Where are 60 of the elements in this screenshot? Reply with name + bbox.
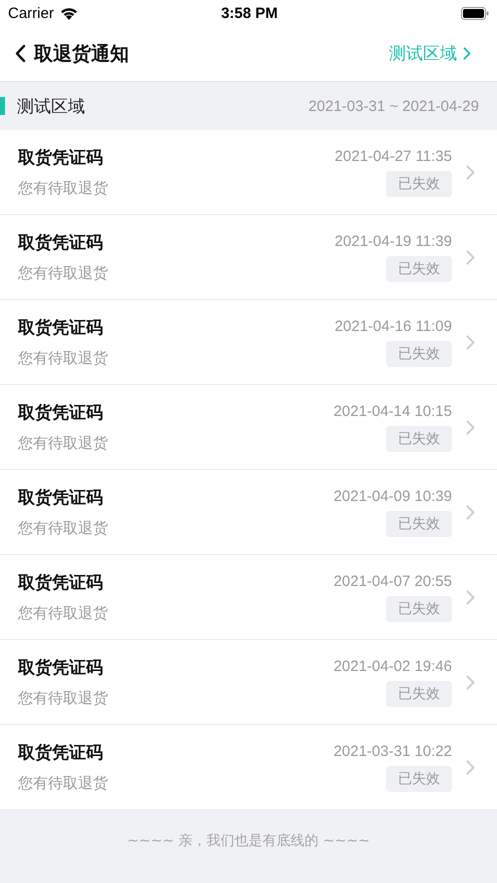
chevron-icon xyxy=(463,47,471,60)
chevron-icon xyxy=(466,674,475,690)
notice-time: 2021-04-27 11:35 xyxy=(334,148,452,164)
notice-title: 取货凭证码 xyxy=(18,317,104,339)
notice-subtitle: 您有待取退货 xyxy=(18,519,109,538)
notice-time: 2021-04-02 19:46 xyxy=(334,658,452,674)
page-title: 取退货通知 xyxy=(34,42,129,66)
notice-row[interactable]: 取货凭证码 您有待取退货 2021-04-16 11:09 已失效 xyxy=(0,300,497,385)
notice-title: 取货凭证码 xyxy=(18,487,104,509)
status-tag: 已失效 xyxy=(386,596,452,622)
notice-row[interactable]: 取货凭证码 您有待取退货 2021-04-09 10:39 已失效 xyxy=(0,470,497,555)
chevron-icon xyxy=(466,504,475,520)
notice-time: 2021-04-14 10:15 xyxy=(334,402,452,420)
chevron-icon xyxy=(466,164,475,180)
notice-title: 取货凭证码 xyxy=(18,232,104,254)
notice-title: 取货凭证码 xyxy=(18,402,104,424)
notice-time: 2021-04-19 11:39 xyxy=(334,232,452,250)
notice-subtitle: 您有待取退货 xyxy=(18,179,109,198)
chevron-icon xyxy=(466,334,475,350)
end-of-list-text: ~~~~ 亲，我们也是有底线的 ~~~~ xyxy=(127,832,370,850)
notice-title: 取货凭证码 xyxy=(18,147,104,169)
notice-row[interactable]: 取货凭证码 您有待取退货 2021-03-31 10:22 已失效 xyxy=(0,725,497,809)
notice-subtitle: 您有待取退货 xyxy=(18,604,109,623)
chevron-icon xyxy=(466,250,475,264)
section-accent-bar xyxy=(0,97,5,115)
wifi-icon xyxy=(60,6,78,20)
notice-subtitle: 您有待取退货 xyxy=(18,689,109,708)
notice-row[interactable]: 取货凭证码 您有待取退货 2021-04-14 10:15 已失效 xyxy=(0,385,497,470)
notice-subtitle: 您有待取退货 xyxy=(18,349,109,368)
notice-subtitle: 您有待取退货 xyxy=(18,264,109,283)
notice-subtitle: 您有待取退货 xyxy=(18,434,109,453)
status-tag: 已失效 xyxy=(386,426,452,452)
notice-time: 2021-03-31 10:22 xyxy=(334,742,452,760)
notice-time: 2021-04-09 10:39 xyxy=(334,488,452,504)
status-tag: 已失效 xyxy=(386,680,452,706)
notice-row[interactable]: 取货凭证码 您有待取退货 2021-04-07 20:55 已失效 xyxy=(0,555,497,640)
date-range: 2021-03-31 ~ 2021-04-29 xyxy=(308,98,479,114)
notice-row[interactable]: 取货凭证码 您有待取退货 2021-04-02 19:46 已失效 xyxy=(0,640,497,725)
battery-icon xyxy=(460,6,489,20)
section-title: 测试区域 xyxy=(17,96,86,118)
notice-title: 取货凭证码 xyxy=(18,657,104,679)
chevron-icon xyxy=(466,420,475,434)
back-button[interactable]: 取退货通知 xyxy=(14,40,129,66)
status-tag: 已失效 xyxy=(386,340,452,366)
status-tag: 已失效 xyxy=(386,256,452,282)
notice-row[interactable]: 取货凭证码 您有待取退货 2021-04-27 11:35 已失效 xyxy=(0,130,497,215)
clock-time: 3:58 PM xyxy=(221,4,278,22)
back-icon xyxy=(14,44,26,63)
carrier-label: Carrier xyxy=(8,4,54,22)
chevron-icon xyxy=(466,760,475,774)
chevron-icon xyxy=(466,590,475,604)
notice-time: 2021-04-07 20:55 xyxy=(334,572,452,590)
notice-subtitle: 您有待取退货 xyxy=(18,774,109,793)
status-tag: 已失效 xyxy=(386,510,452,536)
notice-title: 取货凭证码 xyxy=(18,572,104,594)
notice-time: 2021-04-16 11:09 xyxy=(334,318,452,334)
notice-title: 取货凭证码 xyxy=(18,742,104,764)
status-tag: 已失效 xyxy=(386,766,452,792)
notice-row[interactable]: 取货凭证码 您有待取退货 2021-04-19 11:39 已失效 xyxy=(0,215,497,300)
status-tag: 已失效 xyxy=(386,170,452,196)
